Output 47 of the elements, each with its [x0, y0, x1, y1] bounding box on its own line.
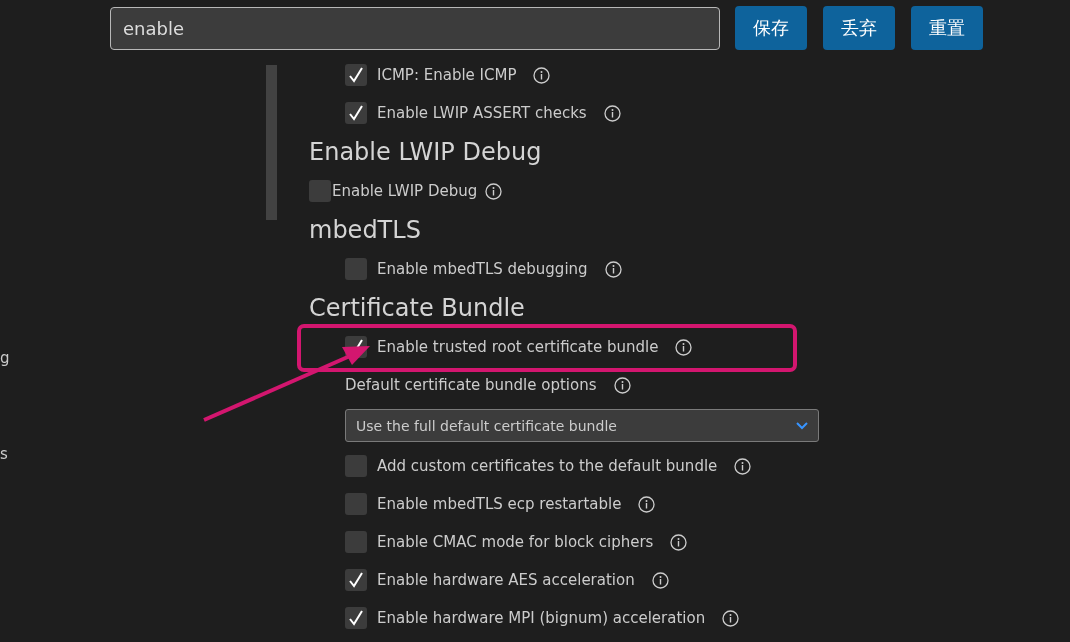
section-heading: Enable LWIP Debug — [309, 138, 542, 166]
checkbox[interactable] — [345, 569, 367, 591]
checkbox[interactable] — [309, 180, 331, 202]
info-icon[interactable] — [603, 104, 621, 122]
info-icon[interactable] — [485, 182, 503, 200]
search-field[interactable]: enable — [110, 6, 720, 50]
info-icon[interactable] — [638, 495, 656, 513]
info-icon[interactable] — [613, 376, 631, 394]
option-label: Enable hardware MPI (bignum) acceleration — [377, 609, 706, 627]
check-icon — [348, 572, 364, 588]
action-button[interactable]: 保存 — [735, 6, 807, 50]
check-icon — [348, 67, 364, 83]
option-label: Enable hardware AES acceleration — [377, 571, 635, 589]
option-label: ICMP: Enable ICMP — [377, 66, 517, 84]
checkbox[interactable] — [345, 258, 367, 280]
section-heading: Certificate Bundle — [309, 294, 525, 322]
sidebar-item[interactable]: s — [0, 444, 8, 464]
option-label: Enable mbedTLS ecp restartable — [377, 495, 622, 513]
dropdown[interactable]: Use the full default certificate bundle — [345, 409, 819, 442]
checkbox[interactable] — [345, 64, 367, 86]
checkbox[interactable] — [345, 531, 367, 553]
info-icon[interactable] — [675, 338, 693, 356]
option-label: Enable LWIP Debug — [332, 182, 478, 200]
scrollbar-thumb[interactable] — [266, 65, 277, 220]
info-icon[interactable] — [533, 66, 551, 84]
option-label: Enable CMAC mode for block ciphers — [377, 533, 654, 551]
info-icon[interactable] — [722, 609, 740, 627]
check-icon — [348, 105, 364, 121]
action-button[interactable]: 丢弃 — [823, 6, 895, 50]
checkbox[interactable] — [345, 493, 367, 515]
info-icon[interactable] — [604, 260, 622, 278]
info-icon[interactable] — [734, 457, 752, 475]
option-label: Add custom certificates to the default bundle — [377, 457, 718, 475]
info-icon[interactable] — [651, 571, 669, 589]
option-label: Enable mbedTLS debugging — [377, 260, 588, 278]
info-icon[interactable] — [670, 533, 688, 551]
option-label: Enable trusted root certificate bundle — [377, 338, 659, 356]
check-icon — [348, 610, 364, 626]
option-label: Enable LWIP ASSERT checks — [377, 104, 587, 122]
option-label: Default certificate bundle options — [345, 376, 597, 394]
action-button[interactable]: 重置 — [911, 6, 983, 50]
chevron-down-icon — [796, 421, 808, 430]
checkbox[interactable] — [345, 455, 367, 477]
section-heading: mbedTLS — [309, 216, 421, 244]
checkbox[interactable] — [345, 102, 367, 124]
checkbox[interactable] — [345, 607, 367, 629]
sidebar-item[interactable]: g — [0, 348, 10, 368]
